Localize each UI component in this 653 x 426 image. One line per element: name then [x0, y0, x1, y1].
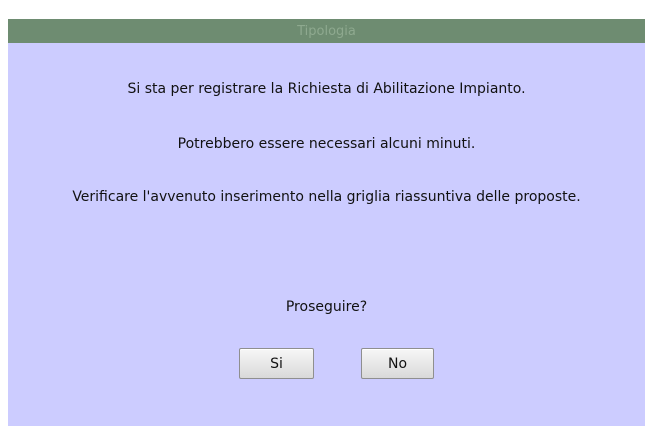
- confirmation-dialog: Tipologia Si sta per registrare la Richi…: [8, 19, 645, 426]
- no-button[interactable]: No: [361, 348, 434, 379]
- dialog-title: Tipologia: [8, 19, 645, 43]
- message-line-registration: Si sta per registrare la Richiesta di Ab…: [127, 81, 526, 97]
- message-line-duration: Potrebbero essere necessari alcuni minut…: [177, 136, 476, 152]
- message-line-verify: Verificare l'avvenuto inserimento nella …: [72, 189, 581, 205]
- confirm-question: Proseguire?: [285, 299, 368, 315]
- yes-button[interactable]: Si: [239, 348, 314, 379]
